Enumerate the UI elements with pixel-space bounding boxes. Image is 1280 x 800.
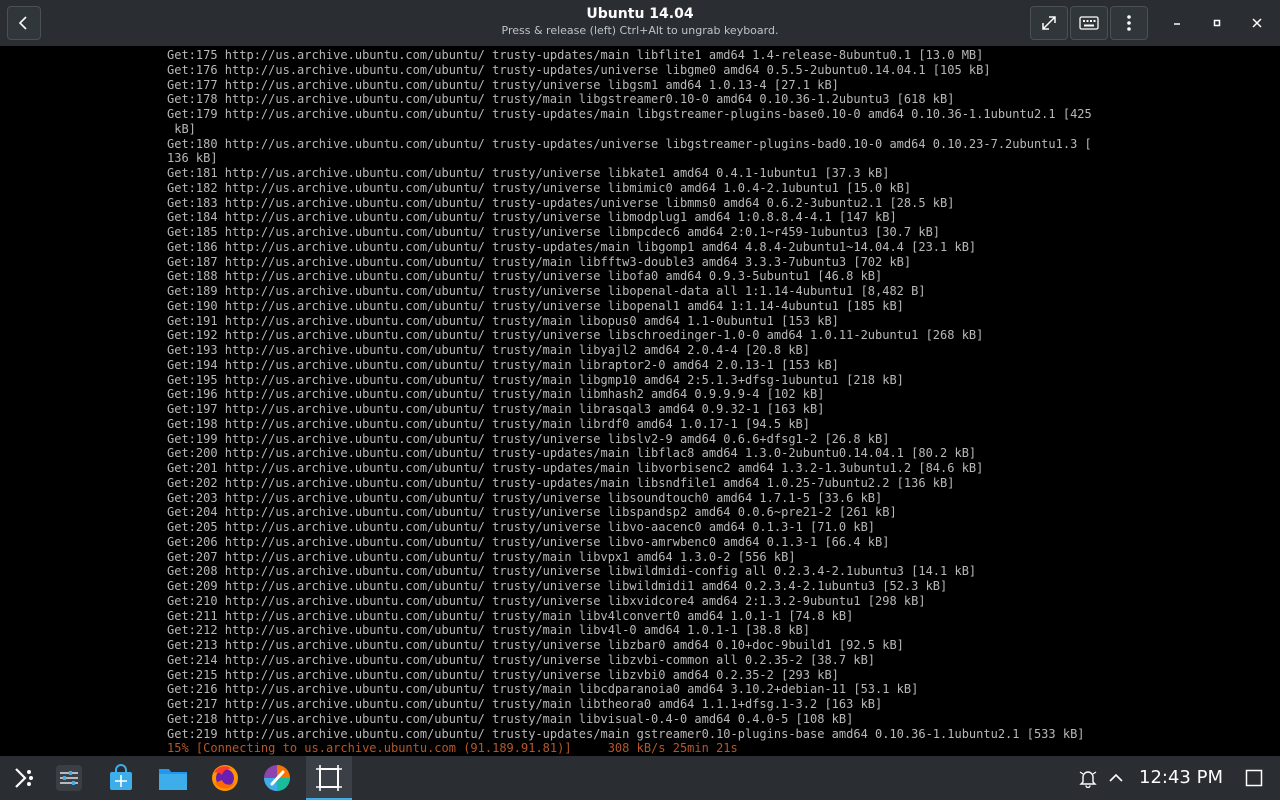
taskbar-app-virt-manager[interactable] (306, 756, 352, 800)
system-settings-icon (56, 765, 82, 791)
terminal-line: Get:191 http://us.archive.ubuntu.com/ubu… (167, 313, 839, 328)
show-desktop-icon (1245, 769, 1263, 787)
terminal-line: Get:184 http://us.archive.ubuntu.com/ubu… (167, 210, 897, 225)
terminal-line: Get:216 http://us.archive.ubuntu.com/ubu… (167, 682, 919, 697)
terminal-line: Get:186 http://us.archive.ubuntu.com/ubu… (167, 239, 977, 254)
terminal-line: Get:204 http://us.archive.ubuntu.com/ubu… (167, 505, 897, 520)
file-manager-icon (159, 769, 187, 790)
maximize-button[interactable] (1204, 10, 1230, 36)
terminal-line: Get:198 http://us.archive.ubuntu.com/ubu… (167, 416, 810, 431)
terminal-line: Get:188 http://us.archive.ubuntu.com/ubu… (167, 269, 883, 284)
launcher-icon (15, 768, 33, 788)
minimize-icon (1174, 23, 1180, 25)
terminal-line: Get:202 http://us.archive.ubuntu.com/ubu… (167, 475, 955, 490)
expand-arrows-icon (1042, 16, 1056, 30)
virtual-machine-manager-icon (316, 765, 342, 791)
terminal-line: Get:175 http://us.archive.ubuntu.com/ubu… (167, 48, 984, 62)
terminal-line: Get:213 http://us.archive.ubuntu.com/ubu… (167, 638, 904, 652)
terminal-output[interactable]: Get:175 http://us.archive.ubuntu.com/ubu… (167, 48, 1280, 756)
tray-expand-icon (1109, 773, 1123, 782)
window-title: Ubuntu 14.04 (586, 6, 694, 22)
terminal-line: Get:205 http://us.archive.ubuntu.com/ubu… (167, 520, 876, 534)
taskbar-app-settings[interactable] (46, 756, 92, 800)
terminal-line: Get:209 http://us.archive.ubuntu.com/ubu… (167, 579, 948, 593)
keyboard-icon (1079, 16, 1099, 30)
terminal-line: Get:208 http://us.archive.ubuntu.com/ubu… (167, 564, 977, 579)
terminal-line: Get:182 http://us.archive.ubuntu.com/ubu… (167, 180, 912, 195)
kebab-menu-icon (1127, 15, 1131, 31)
vm-window-header: Ubuntu 14.04 Press & release (left) Ctrl… (0, 0, 1280, 46)
terminal-line: Get:201 http://us.archive.ubuntu.com/ubu… (167, 461, 984, 475)
taskbar-app-dolphin[interactable] (150, 756, 196, 800)
terminal-line: 136 kB] (167, 151, 218, 166)
terminal-line: Get:210 http://us.archive.ubuntu.com/ubu… (167, 593, 926, 608)
close-button[interactable] (1244, 10, 1270, 36)
keyboard-button[interactable] (1070, 6, 1108, 40)
tray-expand-button[interactable] (1105, 756, 1127, 800)
terminal-line: kB] (167, 121, 196, 136)
chevron-left-icon (18, 16, 27, 30)
terminal-line: Get:179 http://us.archive.ubuntu.com/ubu… (167, 107, 1092, 121)
taskbar-app-color[interactable] (254, 756, 300, 800)
terminal-line: Get:207 http://us.archive.ubuntu.com/ubu… (167, 549, 796, 564)
application-launcher-button[interactable] (0, 756, 46, 800)
terminal-line: Get:176 http://us.archive.ubuntu.com/ubu… (167, 62, 991, 77)
terminal-line: Get:211 http://us.archive.ubuntu.com/ubu… (167, 608, 854, 623)
fullscreen-button[interactable] (1030, 6, 1068, 40)
terminal-line: Get:180 http://us.archive.ubuntu.com/ubu… (167, 136, 1092, 151)
close-icon (1252, 18, 1262, 28)
discover-store-icon (110, 764, 132, 790)
terminal-line: Get:193 http://us.archive.ubuntu.com/ubu… (167, 343, 810, 357)
notification-bell-icon (1079, 771, 1097, 788)
maximize-icon (1213, 19, 1221, 27)
terminal-line: Get:197 http://us.archive.ubuntu.com/ubu… (167, 402, 825, 416)
taskbar-app-discover[interactable] (98, 756, 144, 800)
terminal-line: Get:218 http://us.archive.ubuntu.com/ubu… (167, 711, 854, 726)
terminal-line: Get:190 http://us.archive.ubuntu.com/ubu… (167, 298, 904, 313)
download-progress-line: 15% [Connecting to us.archive.ubuntu.com… (167, 741, 738, 756)
notifications-tray-button[interactable] (1075, 756, 1101, 800)
terminal-line: Get:177 http://us.archive.ubuntu.com/ubu… (167, 77, 839, 92)
menu-button[interactable] (1110, 6, 1148, 40)
terminal-line: Get:185 http://us.archive.ubuntu.com/ubu… (167, 225, 941, 239)
digital-clock[interactable]: 12:43 PM (1133, 756, 1229, 800)
color-picker-app-icon (264, 765, 290, 791)
terminal-line: Get:189 http://us.archive.ubuntu.com/ubu… (167, 284, 926, 298)
show-desktop-button[interactable] (1240, 756, 1268, 800)
terminal-line: Get:212 http://us.archive.ubuntu.com/ubu… (167, 623, 810, 638)
firefox-icon (212, 765, 238, 791)
back-button[interactable] (7, 6, 41, 40)
terminal-line: Get:203 http://us.archive.ubuntu.com/ubu… (167, 490, 883, 505)
window-subtitle: Press & release (left) Ctrl+Alt to ungra… (501, 24, 779, 37)
terminal-line: Get:195 http://us.archive.ubuntu.com/ubu… (167, 372, 904, 387)
terminal-line: Get:200 http://us.archive.ubuntu.com/ubu… (167, 446, 977, 461)
taskbar: 12:43 PM (0, 756, 1280, 800)
terminal-line: Get:206 http://us.archive.ubuntu.com/ubu… (167, 534, 890, 549)
taskbar-app-firefox[interactable] (202, 756, 248, 800)
minimize-button[interactable] (1164, 10, 1190, 36)
window-titles: Ubuntu 14.04 Press & release (left) Ctrl… (340, 5, 940, 39)
terminal-line: Get:192 http://us.archive.ubuntu.com/ubu… (167, 328, 984, 343)
terminal-line: Get:217 http://us.archive.ubuntu.com/ubu… (167, 697, 883, 711)
terminal-line: Get:181 http://us.archive.ubuntu.com/ubu… (167, 166, 890, 180)
terminal-line: Get:187 http://us.archive.ubuntu.com/ubu… (167, 254, 912, 269)
terminal-line: Get:219 http://us.archive.ubuntu.com/ubu… (167, 726, 1085, 741)
terminal-line: Get:194 http://us.archive.ubuntu.com/ubu… (167, 357, 839, 372)
terminal-line: Get:183 http://us.archive.ubuntu.com/ubu… (167, 195, 955, 210)
terminal-line: Get:178 http://us.archive.ubuntu.com/ubu… (167, 92, 955, 107)
terminal-line: Get:215 http://us.archive.ubuntu.com/ubu… (167, 667, 839, 682)
terminal-line: Get:196 http://us.archive.ubuntu.com/ubu… (167, 387, 825, 402)
terminal-line: Get:214 http://us.archive.ubuntu.com/ubu… (167, 652, 876, 667)
terminal-line: Get:199 http://us.archive.ubuntu.com/ubu… (167, 431, 890, 446)
